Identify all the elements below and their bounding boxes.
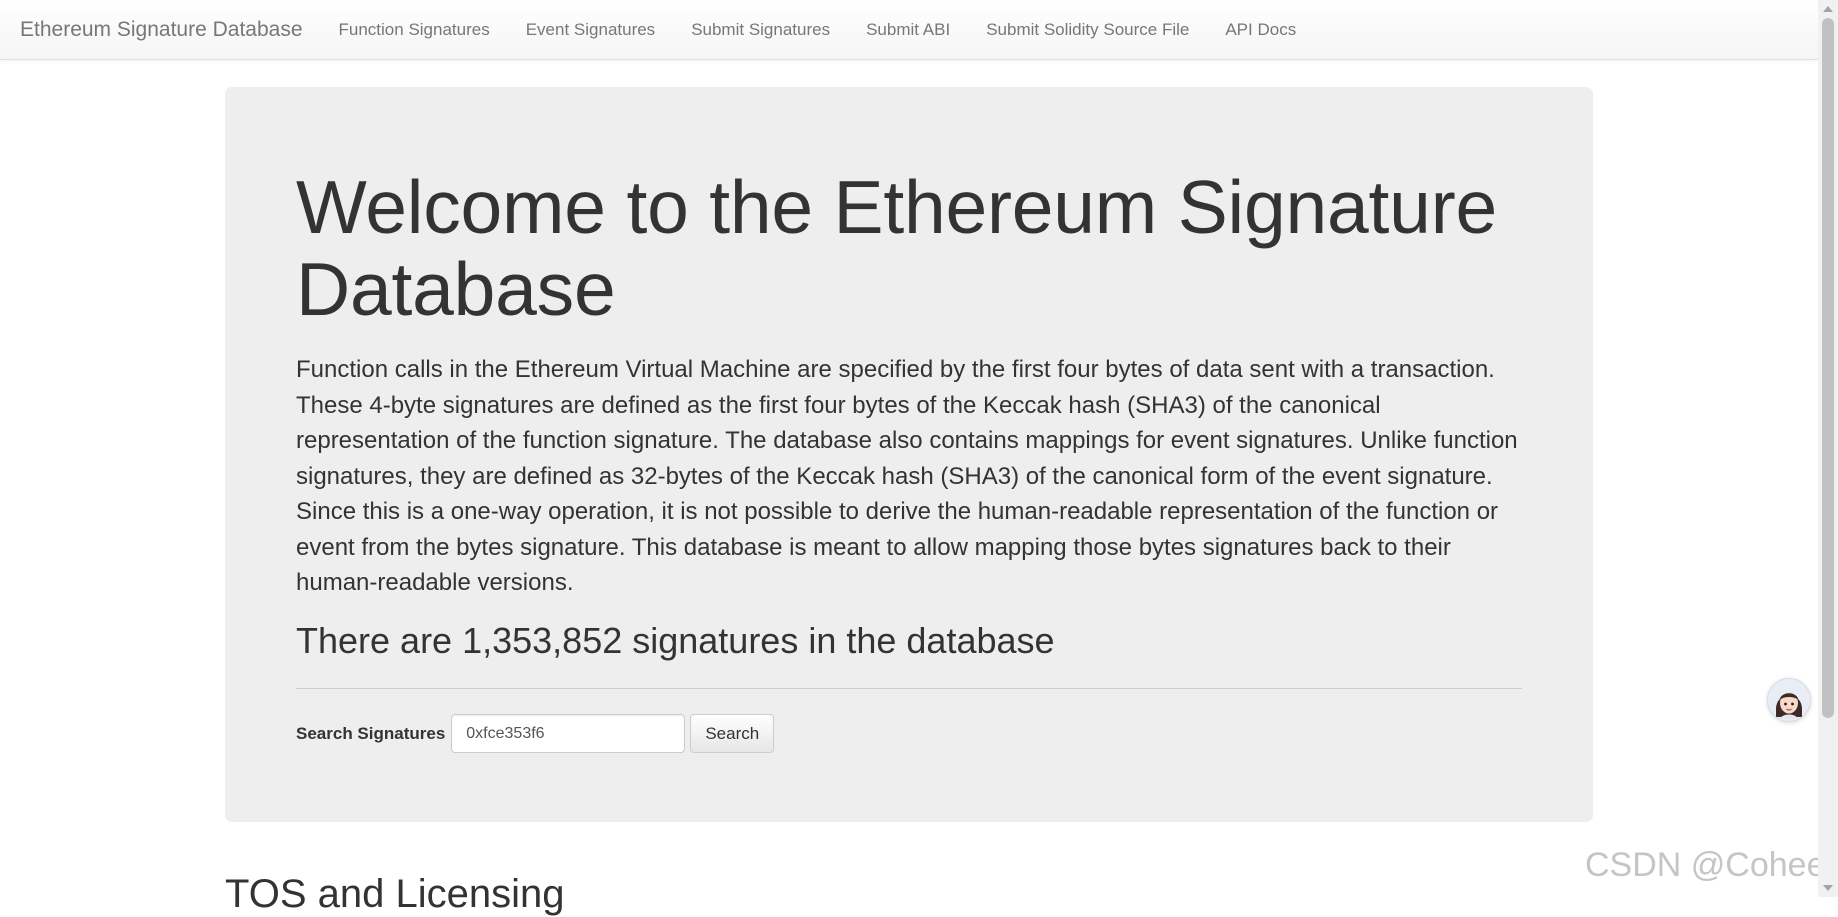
top-navbar: Ethereum Signature Database Function Sig… [0,0,1818,60]
scroll-down-icon[interactable] [1823,885,1833,891]
nav-link-submit-signatures[interactable]: Submit Signatures [691,20,830,40]
nav-link-event-signatures[interactable]: Event Signatures [526,20,655,40]
search-button[interactable]: Search [690,714,775,753]
signature-count: There are 1,353,852 signatures in the da… [296,619,1055,661]
avatar-face-icon [1768,679,1810,721]
nav-link-submit-abi[interactable]: Submit ABI [866,20,950,40]
intro-paragraph: Function calls in the Ethereum Virtual M… [296,356,1518,596]
search-form: Search Signatures Search [296,714,1522,754]
nav-link-api-docs[interactable]: API Docs [1225,20,1296,40]
tos-licensing-heading: TOS and Licensing [225,872,565,916]
section-divider [296,687,1522,689]
nav-link-submit-solidity-source[interactable]: Submit Solidity Source File [986,20,1189,40]
search-input[interactable] [451,714,686,753]
page-title: Welcome to the Ethereum Signature Databa… [296,165,1497,331]
welcome-jumbotron: Welcome to the Ethereum Signature Databa… [225,87,1593,822]
csdn-watermark: CSDN @CoheeY [1585,846,1838,884]
brand-link[interactable]: Ethereum Signature Database [20,18,303,42]
vertical-scrollbar[interactable] [1818,0,1838,897]
search-label: Search Signatures [296,723,446,743]
scrollbar-thumb[interactable] [1822,18,1834,718]
assistant-avatar-icon[interactable] [1767,678,1811,722]
nav-link-function-signatures[interactable]: Function Signatures [339,20,490,40]
scroll-up-icon[interactable] [1823,6,1833,12]
